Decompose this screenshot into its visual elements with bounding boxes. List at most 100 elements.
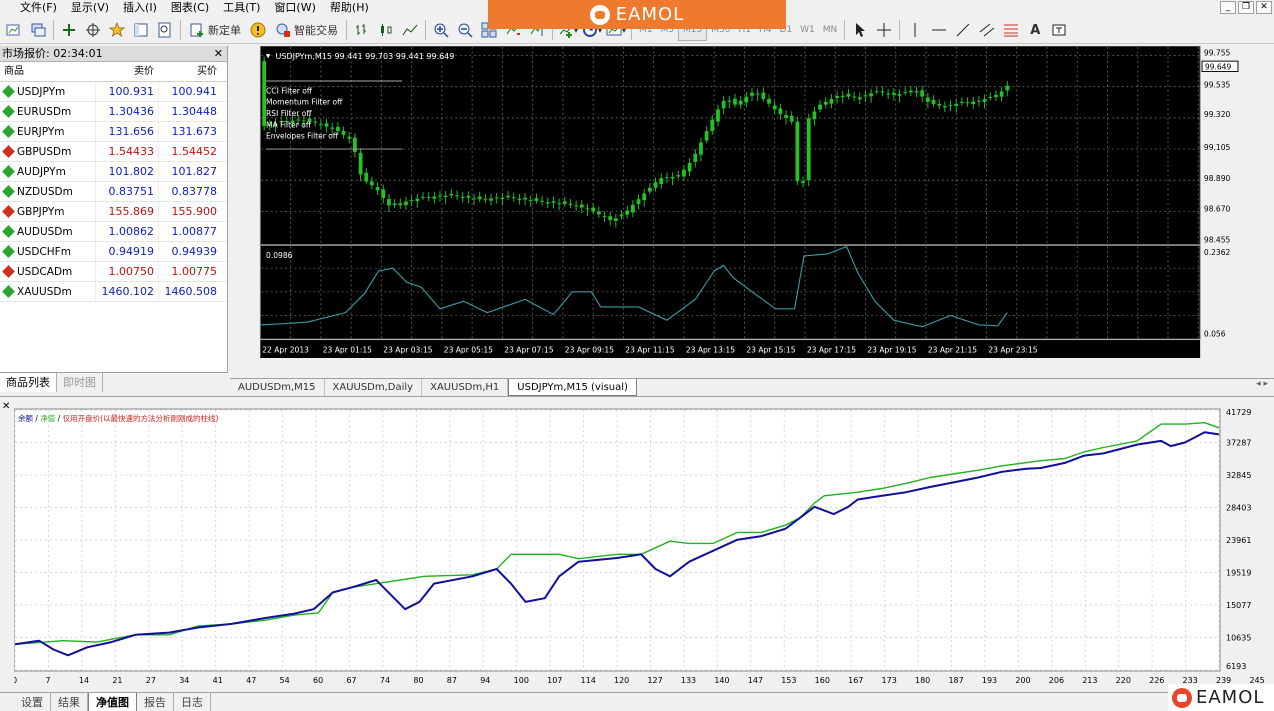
tab-report[interactable]: 报告 bbox=[137, 693, 174, 711]
toolbar-separator bbox=[425, 20, 426, 40]
warning-button[interactable] bbox=[247, 19, 269, 41]
menu-tools[interactable]: 工具(T) bbox=[216, 0, 267, 15]
equity-chart[interactable]: 41729 37287 32845 28403 23961 19519 15077 10635… bbox=[14, 403, 1274, 689]
chart-tab-audusd-m15[interactable]: AUDUSDm,M15 bbox=[230, 379, 325, 396]
market-watch-button[interactable] bbox=[58, 19, 80, 41]
tab-symbols[interactable]: 商品列表 bbox=[0, 373, 57, 392]
candle-body bbox=[648, 187, 652, 192]
label-tool[interactable] bbox=[1048, 19, 1070, 41]
tab-results[interactable]: 结果 bbox=[51, 693, 88, 711]
navigator-button[interactable] bbox=[82, 19, 104, 41]
market-row[interactable]: XAUUSDm 1460.102 1460.508 bbox=[0, 282, 227, 302]
menu-help[interactable]: 帮助(H) bbox=[323, 0, 376, 15]
candle-body bbox=[761, 92, 766, 99]
menu-charts[interactable]: 图表(C) bbox=[164, 0, 216, 15]
timeframe-w1[interactable]: W1 bbox=[796, 19, 819, 41]
symbol-name: AUDUSDm bbox=[17, 225, 73, 238]
market-row[interactable]: USDCHFm 0.94919 0.94939 bbox=[0, 242, 227, 262]
chart-tab-xauusd-h1[interactable]: XAUUSDm,H1 bbox=[422, 379, 509, 396]
ask-price: 1.54452 bbox=[158, 142, 221, 161]
candle-body bbox=[653, 182, 658, 188]
equity-legend: 余额 / 净值 / 仅用开盘价(以最快速的方法分析刚刚成的柱线) bbox=[18, 413, 219, 423]
market-row[interactable]: EURUSDm 1.30436 1.30448 bbox=[0, 102, 227, 122]
candle-body bbox=[460, 196, 465, 199]
down-arrow-icon bbox=[2, 205, 15, 218]
market-row[interactable]: GBPUSDm 1.54433 1.54452 bbox=[0, 142, 227, 162]
chart-tab-usdjpy-visual[interactable]: USDJPYm,M15 (visual) bbox=[508, 379, 637, 396]
x-tick-label: 60 bbox=[313, 676, 323, 685]
trendline-tool[interactable] bbox=[952, 19, 974, 41]
timeframe-mn[interactable]: MN bbox=[819, 19, 842, 41]
fibonacci-tool[interactable] bbox=[1000, 19, 1022, 41]
tab-settings[interactable]: 设置 bbox=[14, 693, 51, 711]
column-bid[interactable]: 卖价 bbox=[95, 62, 158, 81]
y-tick-label: 10635 bbox=[1226, 634, 1251, 643]
menu-insert[interactable]: 插入(I) bbox=[116, 0, 164, 15]
crosshair-tool[interactable] bbox=[873, 19, 895, 41]
column-ask[interactable]: 买价 bbox=[158, 62, 221, 81]
new-order-button[interactable]: 新定单 bbox=[185, 19, 245, 41]
close-icon[interactable]: ✕ bbox=[2, 401, 10, 412]
favorites-button[interactable] bbox=[106, 19, 128, 41]
cursor-tool[interactable] bbox=[849, 19, 871, 41]
zoom-out-button[interactable] bbox=[454, 19, 476, 41]
channel-tool[interactable] bbox=[976, 19, 998, 41]
zoom-in-button[interactable] bbox=[430, 19, 452, 41]
star-icon bbox=[109, 22, 125, 38]
symbol-cell: EURJPYm bbox=[0, 122, 95, 141]
price-chart[interactable]: ▾ USDJPYm,M15 99.441 99.703 99.441 99.64… bbox=[232, 46, 1272, 358]
market-row[interactable]: AUDJPYm 101.802 101.827 bbox=[0, 162, 227, 182]
down-arrow-icon bbox=[2, 145, 15, 158]
chart-tab-xauusd-daily[interactable]: XAUUSDm,Daily bbox=[325, 379, 423, 396]
menu-file[interactable]: 文件(F) bbox=[0, 0, 64, 15]
candle-body bbox=[812, 111, 817, 120]
column-symbol[interactable]: 商品 bbox=[0, 62, 95, 81]
line-chart-button[interactable] bbox=[399, 19, 421, 41]
menu-window[interactable]: 窗口(W) bbox=[267, 0, 322, 15]
up-arrow-icon bbox=[2, 285, 15, 298]
market-watch-list: USDJPYm 100.931 100.941 EURUSDm 1.30436 1.304… bbox=[0, 82, 227, 302]
candle-body bbox=[426, 196, 431, 198]
candle-body bbox=[506, 195, 510, 198]
bid-price: 131.656 bbox=[95, 122, 158, 141]
y-tick-label: 23961 bbox=[1226, 536, 1251, 545]
tab-journal[interactable]: 日志 bbox=[174, 693, 211, 711]
market-row[interactable]: NZDUSDm 0.83751 0.83778 bbox=[0, 182, 227, 202]
candle-body bbox=[806, 118, 811, 181]
filter-envelopes: Envelopes Filter off bbox=[266, 132, 339, 141]
candle-body bbox=[886, 93, 891, 95]
chart-collapse-icon[interactable]: ▾ bbox=[266, 51, 271, 61]
market-row[interactable]: USDCADm 1.00750 1.00775 bbox=[0, 262, 227, 282]
text-tool[interactable]: A bbox=[1024, 19, 1046, 41]
tester-button[interactable] bbox=[154, 19, 176, 41]
candle-body bbox=[568, 203, 573, 205]
expert-advisors-button[interactable]: 智能交易 bbox=[271, 19, 342, 41]
candle-chart-button[interactable] bbox=[375, 19, 397, 41]
warning-icon bbox=[250, 22, 266, 38]
close-button[interactable]: ✕ bbox=[1256, 1, 1272, 14]
close-icon[interactable]: ✕ bbox=[214, 46, 223, 62]
candle-body bbox=[511, 197, 516, 199]
new-chart-button[interactable] bbox=[3, 19, 25, 41]
x-tick-label: 120 bbox=[614, 676, 629, 685]
tab-tick-chart[interactable]: 即时图 bbox=[57, 373, 103, 392]
time-label: 23 Apr 15:15 bbox=[746, 345, 795, 354]
restore-button[interactable]: ❐ bbox=[1238, 1, 1254, 14]
profiles-button[interactable] bbox=[27, 19, 49, 41]
market-row[interactable]: GBPJPYm 155.869 155.900 bbox=[0, 202, 227, 222]
bar-chart-button[interactable] bbox=[351, 19, 373, 41]
tab-graph[interactable]: 净值图 bbox=[88, 693, 137, 711]
horizontal-line-tool[interactable] bbox=[928, 19, 950, 41]
menu-view[interactable]: 显示(V) bbox=[64, 0, 116, 15]
terminal-button[interactable] bbox=[130, 19, 152, 41]
ask-price: 1460.508 bbox=[158, 282, 221, 301]
market-row[interactable]: USDJPYm 100.931 100.941 bbox=[0, 82, 227, 102]
market-row[interactable]: EURJPYm 131.656 131.673 bbox=[0, 122, 227, 142]
brand-name: EAMOL bbox=[615, 4, 685, 25]
market-row[interactable]: AUDUSDm 1.00862 1.00877 bbox=[0, 222, 227, 242]
candle-body bbox=[619, 214, 624, 217]
minimize-button[interactable]: _ bbox=[1220, 1, 1236, 14]
tab-scroll-arrows[interactable]: ◂ ▸ bbox=[1256, 379, 1268, 389]
candle-body bbox=[789, 115, 794, 122]
vertical-line-tool[interactable] bbox=[904, 19, 926, 41]
